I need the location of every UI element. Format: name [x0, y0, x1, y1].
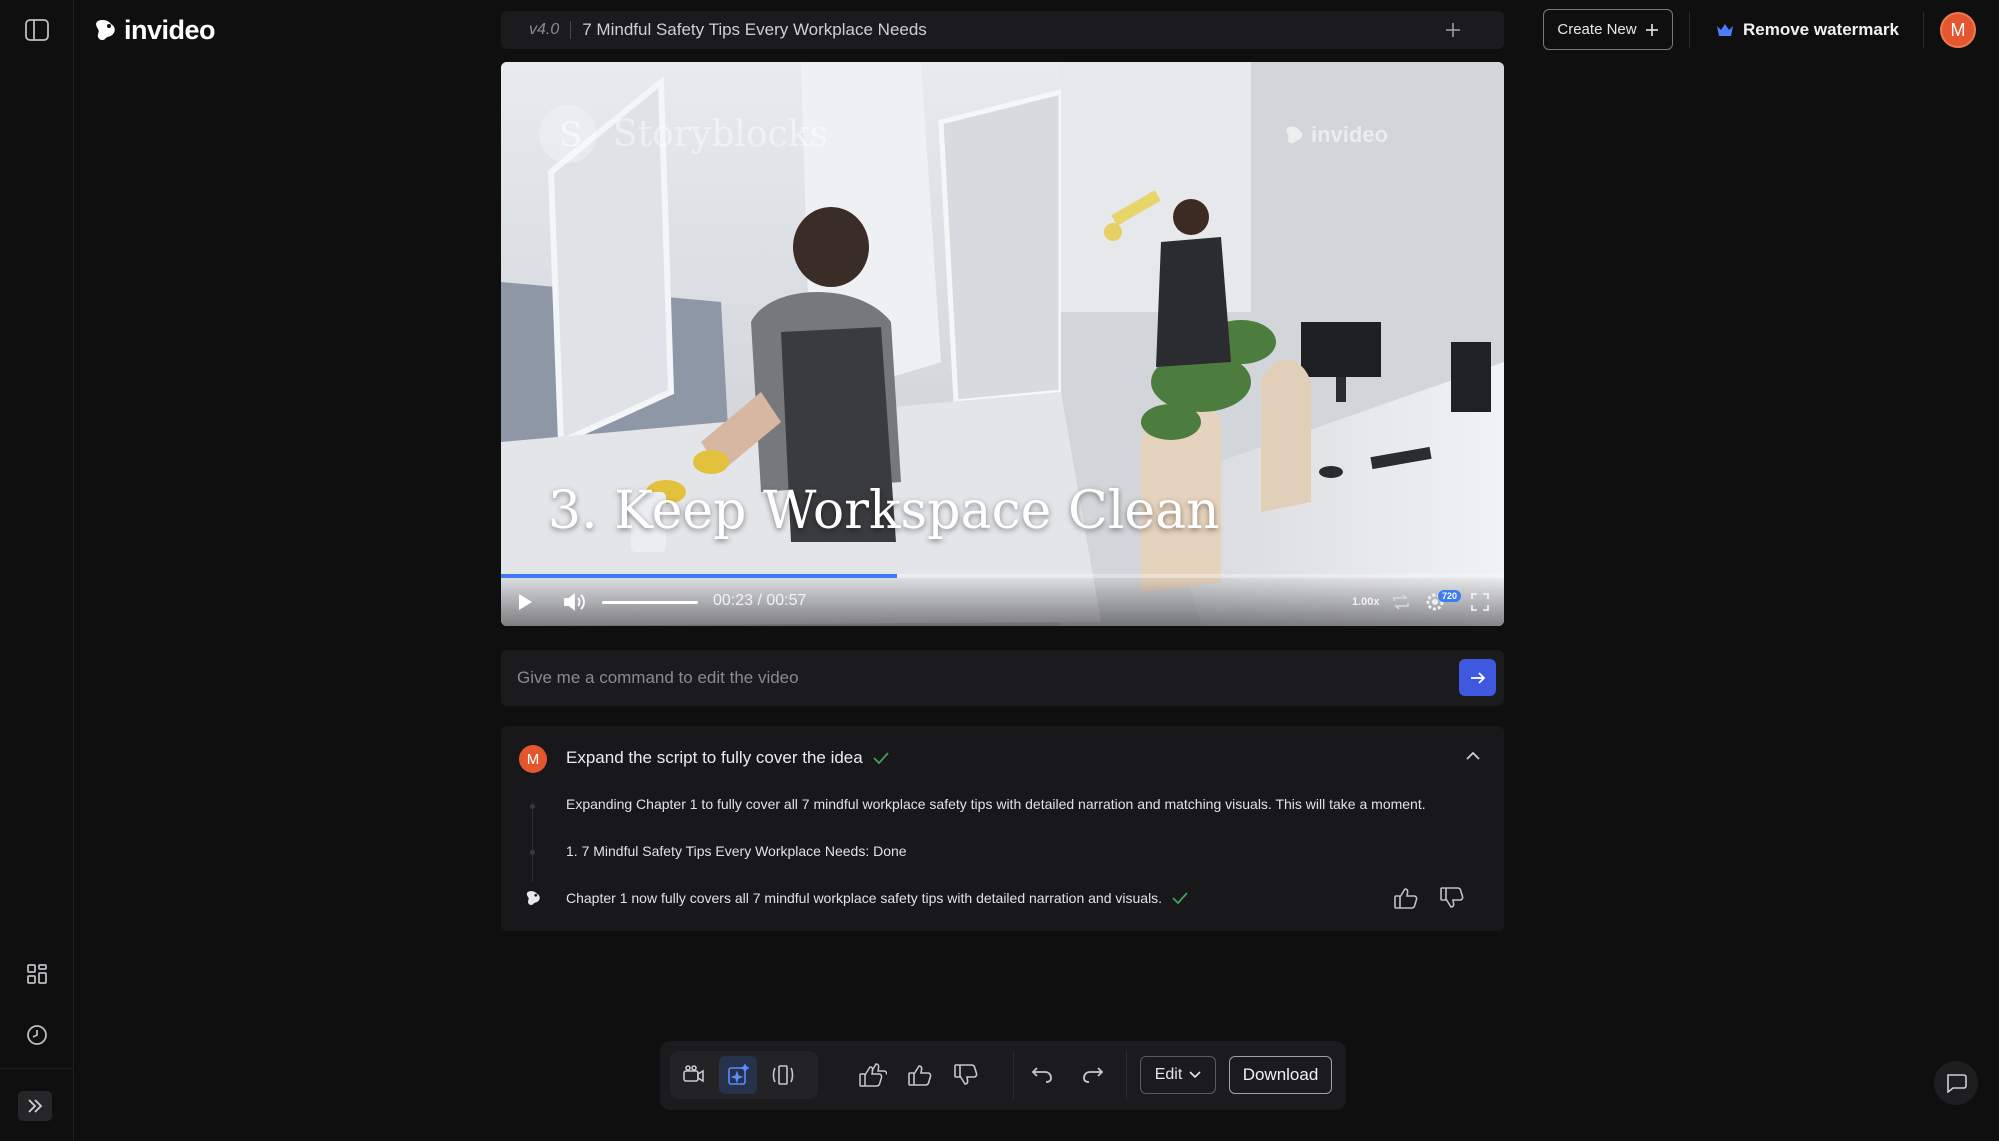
toolbar-divider	[1126, 1051, 1127, 1099]
chat-message: Expanding Chapter 1 to fully cover all 7…	[566, 796, 1426, 812]
invideo-logo[interactable]: invideo	[92, 12, 216, 48]
volume-slider[interactable]	[602, 601, 698, 604]
like-icon[interactable]	[901, 1056, 939, 1094]
love-it-icon[interactable]	[854, 1056, 892, 1094]
playback-speed[interactable]: 1.00x	[1352, 596, 1380, 608]
rail-separator	[0, 1068, 74, 1069]
command-bar	[501, 650, 1504, 706]
chat-message: 1. 7 Mindful Safety Tips Every Workplace…	[566, 843, 907, 859]
video-progress-bar[interactable]	[501, 574, 1504, 578]
play-icon[interactable]	[514, 591, 536, 613]
create-new-label: Create New	[1557, 21, 1637, 38]
send-command-button[interactable]	[1459, 659, 1496, 696]
chat-result: Chapter 1 now fully covers all 7 mindful…	[566, 890, 1188, 906]
left-rail	[0, 0, 74, 1141]
loop-icon[interactable]	[1390, 592, 1412, 612]
remove-watermark-button[interactable]: Remove watermark	[1716, 12, 1899, 48]
storyblocks-watermark: S Storyblocks	[537, 103, 828, 165]
timeline-mode-icon[interactable]	[764, 1056, 802, 1094]
video-progress-fill	[501, 574, 898, 578]
invideo-watermark: invideo	[1283, 122, 1388, 148]
support-chat-button[interactable]	[1934, 1061, 1978, 1105]
add-version-icon[interactable]	[1442, 19, 1464, 41]
history-clock-icon[interactable]	[22, 1020, 52, 1050]
templates-grid-icon[interactable]	[22, 959, 52, 989]
thread-line	[532, 802, 533, 882]
create-new-button[interactable]: Create New	[1543, 9, 1673, 50]
edit-dropdown-button[interactable]: Edit	[1140, 1056, 1216, 1094]
edit-label: Edit	[1154, 1066, 1183, 1083]
video-overlay-title: 3. Keep Workspace Clean	[548, 481, 1220, 541]
storyblocks-watermark-text: Storyblocks	[613, 113, 829, 155]
project-title-bar[interactable]: v4.0 7 Mindful Safety Tips Every Workpla…	[501, 11, 1504, 49]
chat-bubble-icon	[1947, 1074, 1967, 1093]
invideo-logo-icon	[96, 20, 115, 41]
thumbs-down-icon[interactable]	[1440, 887, 1464, 914]
volume-slider-fill	[602, 601, 698, 604]
redo-icon[interactable]	[1074, 1056, 1112, 1094]
chat-request-text: Expand the script to fully cover the ide…	[566, 748, 863, 767]
fullscreen-icon[interactable]	[1469, 591, 1491, 613]
video-mode-icon[interactable]	[674, 1056, 712, 1094]
thread-dot	[530, 804, 535, 809]
remove-watermark-label: Remove watermark	[1743, 20, 1899, 39]
command-input[interactable]	[517, 660, 1417, 696]
chat-result-text: Chapter 1 now fully covers all 7 mindful…	[566, 890, 1163, 906]
chat-user-avatar: M	[519, 745, 547, 773]
plus-icon	[1645, 23, 1658, 36]
download-button[interactable]: Download	[1229, 1056, 1332, 1094]
svg-text:S: S	[559, 115, 582, 155]
toolbar-divider	[1013, 1051, 1014, 1099]
invideo-watermark-icon	[1286, 126, 1303, 144]
ai-edit-mode-icon[interactable]	[719, 1056, 757, 1094]
chat-request: Expand the script to fully cover the ide…	[566, 748, 889, 768]
video-player[interactable]: S Storyblocks invideo 3. Keep Workspace …	[501, 62, 1504, 626]
thumbs-up-icon[interactable]	[1394, 887, 1418, 914]
check-icon	[1172, 892, 1188, 904]
title-divider	[570, 21, 572, 39]
undo-icon[interactable]	[1023, 1056, 1061, 1094]
header-divider	[1923, 12, 1924, 48]
arrow-right-icon	[1470, 671, 1485, 684]
toggle-sidebar-icon[interactable]	[22, 15, 52, 45]
crown-icon	[1717, 24, 1733, 36]
invideo-watermark-text: invideo	[1311, 122, 1389, 147]
thread-dot	[530, 850, 535, 855]
invideo-bot-icon	[524, 889, 542, 912]
logo-text: invideo	[124, 14, 216, 45]
project-title[interactable]: 7 Mindful Safety Tips Every Workplace Ne…	[582, 20, 927, 40]
version-label: v4.0	[529, 21, 560, 38]
volume-icon[interactable]	[562, 590, 588, 614]
storyblocks-logo-icon: S	[539, 105, 597, 163]
header-divider	[1689, 12, 1690, 48]
user-avatar[interactable]: M	[1940, 12, 1976, 48]
collapse-chevron-icon[interactable]	[1466, 748, 1480, 766]
chevron-down-icon	[1189, 1071, 1201, 1079]
playback-time: 00:23 / 00:57	[713, 592, 807, 609]
check-icon	[873, 752, 889, 764]
bottom-toolbar: Edit Download	[660, 1041, 1346, 1110]
chat-panel: M Expand the script to fully cover the i…	[501, 726, 1504, 931]
expand-rail-button[interactable]	[18, 1091, 52, 1121]
dislike-icon[interactable]	[947, 1056, 985, 1094]
quality-badge: 720	[1438, 590, 1462, 602]
